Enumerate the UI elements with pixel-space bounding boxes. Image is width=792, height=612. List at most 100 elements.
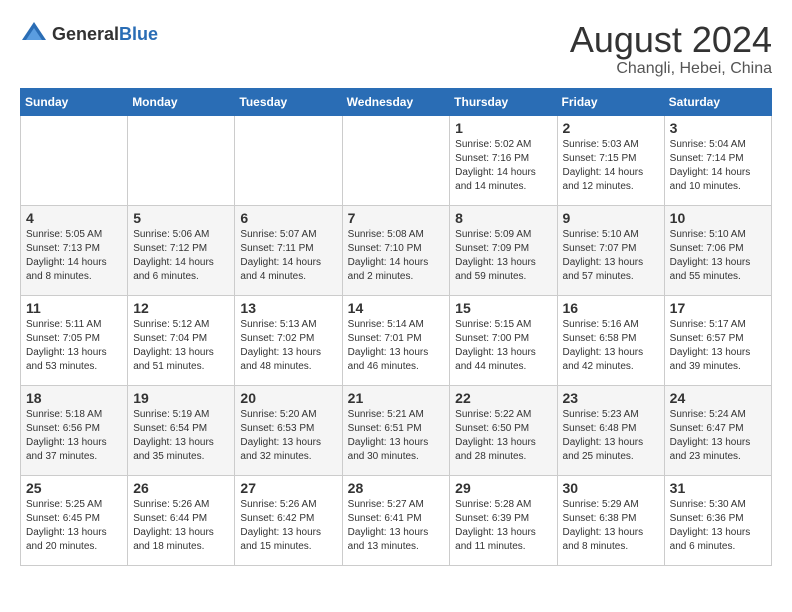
calendar-table: SundayMondayTuesdayWednesdayThursdayFrid… — [20, 88, 772, 566]
calendar-cell: 10 Sunrise: 5:10 AM Sunset: 7:06 PM Dayli… — [664, 205, 771, 295]
day-info: Sunrise: 5:26 AM Sunset: 6:42 PM Dayligh… — [240, 498, 336, 554]
calendar-cell: 20 Sunrise: 5:20 AM Sunset: 6:53 PM Dayli… — [235, 385, 342, 475]
calendar-cell: 3 Sunrise: 5:04 AM Sunset: 7:14 PM Daylig… — [664, 115, 771, 205]
day-info: Sunrise: 5:04 AM Sunset: 7:14 PM Dayligh… — [670, 138, 766, 194]
day-number: 12 — [133, 300, 229, 316]
day-number: 13 — [240, 300, 336, 316]
day-number: 6 — [240, 210, 336, 226]
day-info: Sunrise: 5:02 AM Sunset: 7:16 PM Dayligh… — [455, 138, 551, 194]
calendar-cell: 18 Sunrise: 5:18 AM Sunset: 6:56 PM Dayli… — [21, 385, 128, 475]
logo-text: GeneralBlue — [52, 24, 158, 45]
calendar-cell: 6 Sunrise: 5:07 AM Sunset: 7:11 PM Daylig… — [235, 205, 342, 295]
calendar-cell: 11Sunrise: 5:11 AM Sunset: 7:05 PM Dayli… — [21, 295, 128, 385]
day-number: 27 — [240, 480, 336, 496]
calendar-cell: 13 Sunrise: 5:13 AM Sunset: 7:02 PM Dayli… — [235, 295, 342, 385]
day-number: 25 — [26, 480, 122, 496]
day-info: Sunrise: 5:11 AM Sunset: 7:05 PM Dayligh… — [26, 318, 122, 374]
week-row-4: 18 Sunrise: 5:18 AM Sunset: 6:56 PM Dayli… — [21, 385, 772, 475]
day-number: 10 — [670, 210, 766, 226]
page-header: GeneralBlue August 2024 Changli, Hebei, … — [20, 20, 772, 78]
day-info: Sunrise: 5:03 AM Sunset: 7:15 PM Dayligh… — [563, 138, 659, 194]
calendar-cell — [21, 115, 128, 205]
column-header-tuesday: Tuesday — [235, 88, 342, 115]
day-info: Sunrise: 5:10 AM Sunset: 7:06 PM Dayligh… — [670, 228, 766, 284]
calendar-cell: 9Sunrise: 5:10 AM Sunset: 7:07 PM Daylig… — [557, 205, 664, 295]
day-info: Sunrise: 5:27 AM Sunset: 6:41 PM Dayligh… — [348, 498, 445, 554]
calendar-cell: 4 Sunrise: 5:05 AM Sunset: 7:13 PM Daylig… — [21, 205, 128, 295]
calendar-cell: 23Sunrise: 5:23 AM Sunset: 6:48 PM Dayli… — [557, 385, 664, 475]
calendar-cell: 8Sunrise: 5:09 AM Sunset: 7:09 PM Daylig… — [450, 205, 557, 295]
calendar-cell: 14 Sunrise: 5:14 AM Sunset: 7:01 PM Dayli… — [342, 295, 450, 385]
day-number: 16 — [563, 300, 659, 316]
calendar-cell: 7 Sunrise: 5:08 AM Sunset: 7:10 PM Daylig… — [342, 205, 450, 295]
day-info: Sunrise: 5:24 AM Sunset: 6:47 PM Dayligh… — [670, 408, 766, 464]
day-info: Sunrise: 5:16 AM Sunset: 6:58 PM Dayligh… — [563, 318, 659, 374]
day-info: Sunrise: 5:22 AM Sunset: 6:50 PM Dayligh… — [455, 408, 551, 464]
calendar-cell: 2Sunrise: 5:03 AM Sunset: 7:15 PM Daylig… — [557, 115, 664, 205]
day-info: Sunrise: 5:09 AM Sunset: 7:09 PM Dayligh… — [455, 228, 551, 284]
calendar-cell: 22Sunrise: 5:22 AM Sunset: 6:50 PM Dayli… — [450, 385, 557, 475]
day-info: Sunrise: 5:21 AM Sunset: 6:51 PM Dayligh… — [348, 408, 445, 464]
day-number: 31 — [670, 480, 766, 496]
day-number: 1 — [455, 120, 551, 136]
calendar-cell: 26Sunrise: 5:26 AM Sunset: 6:44 PM Dayli… — [128, 475, 235, 565]
day-number: 15 — [455, 300, 551, 316]
calendar-cell — [342, 115, 450, 205]
day-number: 17 — [670, 300, 766, 316]
day-info: Sunrise: 5:19 AM Sunset: 6:54 PM Dayligh… — [133, 408, 229, 464]
calendar-cell: 5 Sunrise: 5:06 AM Sunset: 7:12 PM Daylig… — [128, 205, 235, 295]
calendar-cell: 21 Sunrise: 5:21 AM Sunset: 6:51 PM Dayli… — [342, 385, 450, 475]
calendar-cell: 31Sunrise: 5:30 AM Sunset: 6:36 PM Dayli… — [664, 475, 771, 565]
calendar-cell: 19 Sunrise: 5:19 AM Sunset: 6:54 PM Dayli… — [128, 385, 235, 475]
day-number: 14 — [348, 300, 445, 316]
logo-icon — [20, 20, 48, 48]
column-header-thursday: Thursday — [450, 88, 557, 115]
day-info: Sunrise: 5:18 AM Sunset: 6:56 PM Dayligh… — [26, 408, 122, 464]
column-header-saturday: Saturday — [664, 88, 771, 115]
day-number: 24 — [670, 390, 766, 406]
title-block: August 2024 Changli, Hebei, China — [570, 20, 772, 78]
calendar-cell: 16 Sunrise: 5:16 AM Sunset: 6:58 PM Dayli… — [557, 295, 664, 385]
calendar-cell: 30Sunrise: 5:29 AM Sunset: 6:38 PM Dayli… — [557, 475, 664, 565]
day-number: 3 — [670, 120, 766, 136]
day-info: Sunrise: 5:20 AM Sunset: 6:53 PM Dayligh… — [240, 408, 336, 464]
day-info: Sunrise: 5:07 AM Sunset: 7:11 PM Dayligh… — [240, 228, 336, 284]
day-info: Sunrise: 5:08 AM Sunset: 7:10 PM Dayligh… — [348, 228, 445, 284]
day-number: 20 — [240, 390, 336, 406]
logo: GeneralBlue — [20, 20, 158, 48]
calendar-cell — [235, 115, 342, 205]
day-number: 9 — [563, 210, 659, 226]
day-info: Sunrise: 5:12 AM Sunset: 7:04 PM Dayligh… — [133, 318, 229, 374]
day-number: 18 — [26, 390, 122, 406]
logo-general: General — [52, 24, 119, 44]
day-number: 21 — [348, 390, 445, 406]
calendar-cell: 15 Sunrise: 5:15 AM Sunset: 7:00 PM Dayli… — [450, 295, 557, 385]
location-subtitle: Changli, Hebei, China — [570, 60, 772, 78]
day-number: 19 — [133, 390, 229, 406]
day-number: 7 — [348, 210, 445, 226]
calendar-cell: 1 Sunrise: 5:02 AM Sunset: 7:16 PM Daylig… — [450, 115, 557, 205]
day-info: Sunrise: 5:15 AM Sunset: 7:00 PM Dayligh… — [455, 318, 551, 374]
column-header-monday: Monday — [128, 88, 235, 115]
day-number: 4 — [26, 210, 122, 226]
day-info: Sunrise: 5:26 AM Sunset: 6:44 PM Dayligh… — [133, 498, 229, 554]
day-info: Sunrise: 5:14 AM Sunset: 7:01 PM Dayligh… — [348, 318, 445, 374]
day-number: 5 — [133, 210, 229, 226]
calendar-cell: 28 Sunrise: 5:27 AM Sunset: 6:41 PM Dayli… — [342, 475, 450, 565]
header-row: SundayMondayTuesdayWednesdayThursdayFrid… — [21, 88, 772, 115]
calendar-title: August 2024 — [570, 20, 772, 60]
day-number: 30 — [563, 480, 659, 496]
day-info: Sunrise: 5:05 AM Sunset: 7:13 PM Dayligh… — [26, 228, 122, 284]
column-header-sunday: Sunday — [21, 88, 128, 115]
day-info: Sunrise: 5:06 AM Sunset: 7:12 PM Dayligh… — [133, 228, 229, 284]
day-number: 23 — [563, 390, 659, 406]
day-number: 28 — [348, 480, 445, 496]
calendar-cell: 17 Sunrise: 5:17 AM Sunset: 6:57 PM Dayli… — [664, 295, 771, 385]
day-info: Sunrise: 5:17 AM Sunset: 6:57 PM Dayligh… — [670, 318, 766, 374]
calendar-cell: 25Sunrise: 5:25 AM Sunset: 6:45 PM Dayli… — [21, 475, 128, 565]
day-info: Sunrise: 5:13 AM Sunset: 7:02 PM Dayligh… — [240, 318, 336, 374]
day-number: 29 — [455, 480, 551, 496]
column-header-friday: Friday — [557, 88, 664, 115]
week-row-1: 1 Sunrise: 5:02 AM Sunset: 7:16 PM Daylig… — [21, 115, 772, 205]
calendar-cell: 24 Sunrise: 5:24 AM Sunset: 6:47 PM Dayli… — [664, 385, 771, 475]
